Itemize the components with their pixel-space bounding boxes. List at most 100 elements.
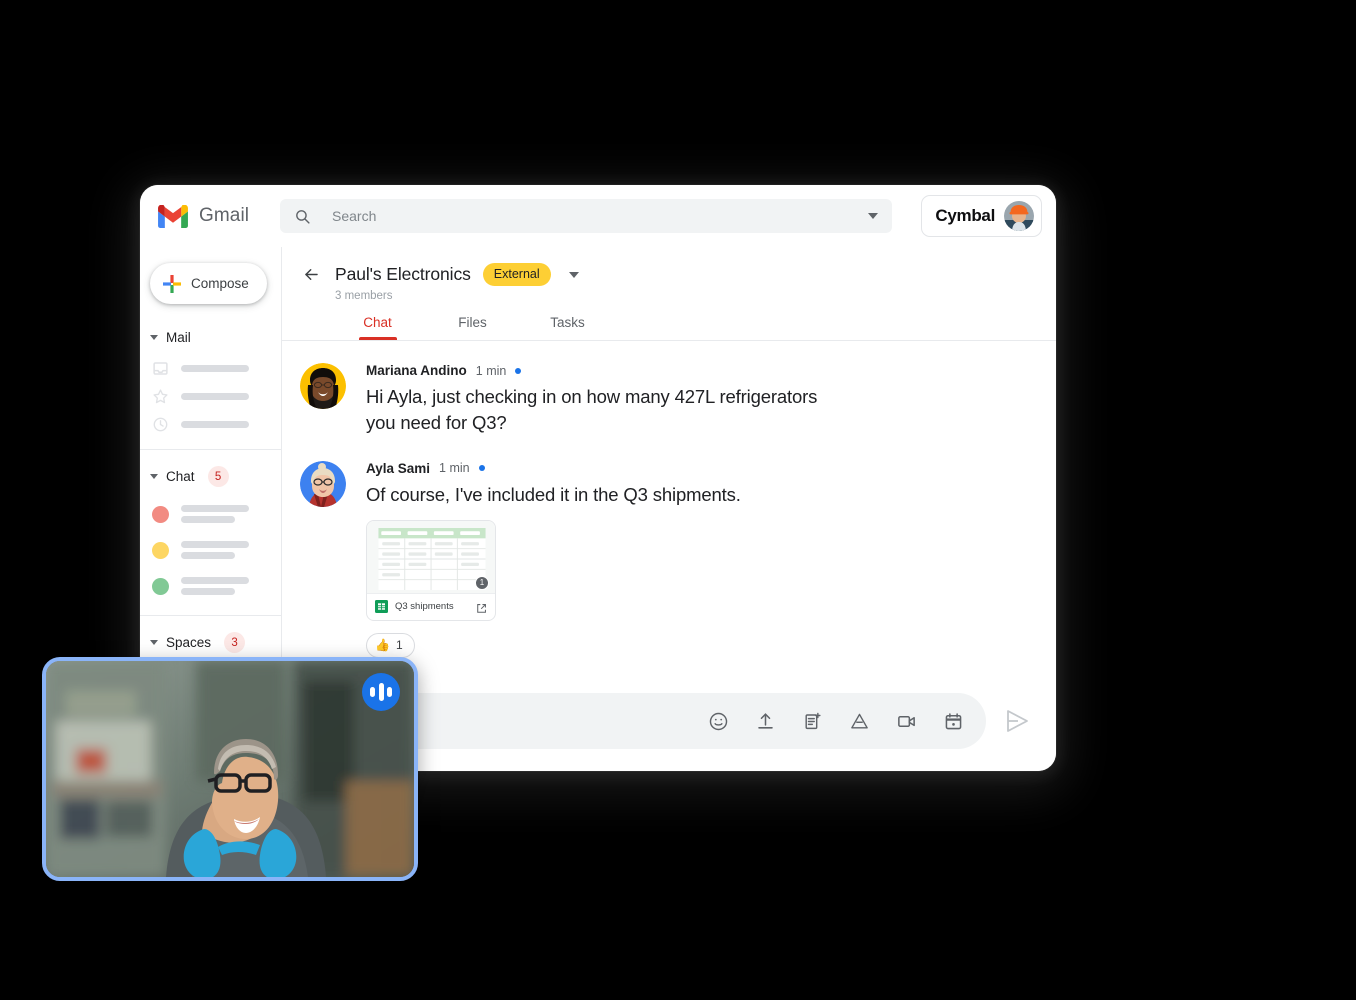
avatar-mariana[interactable] <box>300 363 346 409</box>
sidebar-item-chat-3[interactable] <box>148 569 281 603</box>
video-call-icon[interactable] <box>896 711 917 732</box>
status-badge: 5 <box>207 466 229 487</box>
search-input[interactable]: Search <box>332 208 868 224</box>
send-button[interactable] <box>1002 706 1032 736</box>
attachment-name: Q3 shipments <box>395 600 454 612</box>
tab-tasks[interactable]: Tasks <box>520 312 615 340</box>
chevron-down-icon[interactable] <box>868 213 878 219</box>
sidebar-section-chat: Chat 5 <box>140 462 281 603</box>
waveform-bar <box>378 683 384 701</box>
gmail-brand[interactable]: Gmail <box>158 204 280 228</box>
message-body: Ayla Sami 1 min Of course, I've included… <box>366 461 1034 658</box>
emoji-icon[interactable] <box>708 711 729 732</box>
conversation-title-row: Paul's Electronics External <box>282 263 1056 286</box>
sidebar-item-chat-2[interactable] <box>148 533 281 567</box>
inbox-icon <box>152 360 169 377</box>
sidebar-item-inbox[interactable] <box>148 355 281 381</box>
caret-down-icon[interactable] <box>150 640 158 645</box>
avatar[interactable] <box>1004 201 1034 231</box>
caret-down-icon[interactable] <box>150 474 158 479</box>
star-icon <box>152 388 169 405</box>
clock-icon <box>152 416 169 433</box>
account-area: Cymbal <box>901 195 1042 237</box>
message-meta: Ayla Sami 1 min <box>366 461 1034 476</box>
video-participant <box>46 661 414 877</box>
compose-button[interactable]: Compose <box>150 263 267 304</box>
org-name: Cymbal <box>935 206 995 225</box>
list-item-placeholder <box>181 505 281 523</box>
attachment-footer: Q3 shipments <box>367 592 495 620</box>
attachment-preview: 1 <box>367 520 495 593</box>
message-item: Mariana Andino 1 min Hi Ayla, just check… <box>300 363 1034 437</box>
back-arrow-icon[interactable] <box>302 265 321 284</box>
thumbs-up-icon: 👍 <box>375 638 390 653</box>
search-bar[interactable]: Search <box>280 199 892 233</box>
upload-icon[interactable] <box>755 711 776 732</box>
sidebar-section-title: Chat <box>166 469 195 484</box>
message-text: Of course, I've included it in the Q3 sh… <box>366 483 741 505</box>
sidebar-item-snoozed[interactable] <box>148 411 281 437</box>
sidebar-section-mail: Mail <box>140 326 281 437</box>
list-item-placeholder <box>181 541 281 559</box>
page-count-badge: 1 <box>475 575 489 590</box>
message-meta: Mariana Andino 1 min <box>366 363 1034 378</box>
attachment-card[interactable]: 1 Q3 shipments <box>366 519 496 621</box>
unread-dot <box>478 465 485 472</box>
chevron-down-icon[interactable] <box>568 271 579 278</box>
compose-label: Compose <box>191 276 249 291</box>
open-in-new-icon[interactable] <box>476 601 487 613</box>
plus-icon <box>163 274 181 293</box>
sidebar-section-header-mail[interactable]: Mail <box>148 326 281 355</box>
message-timestamp: 1 min <box>439 461 470 476</box>
message-timestamp: 1 min <box>475 363 507 378</box>
message-item: Ayla Sami 1 min Of course, I've included… <box>300 460 1034 658</box>
sidebar-item-label-placeholder <box>181 420 281 428</box>
message-body: Mariana Andino 1 min Hi Ayla, just check… <box>366 363 1034 437</box>
audio-waveform-icon <box>362 673 400 711</box>
google-sheets-icon <box>375 599 388 613</box>
conversation-header: Paul's Electronics External 3 members Ch… <box>282 247 1056 341</box>
page-title: Paul's Electronics <box>335 264 471 284</box>
waveform-bar <box>387 687 392 697</box>
waveform-bar <box>370 687 375 697</box>
list-item-placeholder <box>181 577 281 595</box>
avatar <box>152 577 169 595</box>
avatar <box>152 541 169 559</box>
composer-icon-row <box>708 711 964 732</box>
brand-name: Gmail <box>199 205 250 226</box>
sidebar-divider <box>140 615 281 616</box>
avatar-ayla[interactable] <box>300 460 346 507</box>
top-bar: Gmail Search Cymbal <box>140 185 1056 247</box>
unread-dot <box>515 367 522 374</box>
tab-chat[interactable]: Chat <box>330 312 425 340</box>
sidebar-item-chat-1[interactable] <box>148 497 281 531</box>
add-document-icon[interactable] <box>802 711 823 732</box>
message-list: Mariana Andino 1 min Hi Ayla, just check… <box>282 341 1056 685</box>
video-call-tile[interactable] <box>42 657 418 881</box>
sidebar-section-title: Mail <box>166 330 191 345</box>
gmail-m-logo <box>158 204 188 228</box>
sidebar-divider <box>140 449 281 450</box>
avatar <box>152 505 169 523</box>
status-badge: External <box>482 263 551 286</box>
org-chip[interactable]: Cymbal <box>921 195 1042 237</box>
calendar-icon[interactable] <box>943 711 964 732</box>
sidebar-item-label-placeholder <box>181 392 281 400</box>
sidebar-section-header-chat[interactable]: Chat 5 <box>148 462 281 497</box>
reaction-count: 1 <box>395 638 403 653</box>
sidebar-item-starred[interactable] <box>148 383 281 409</box>
sidebar-section-title: Spaces <box>166 635 212 650</box>
screen-background: Gmail Search Cymbal Compose Mail Chat 5 … <box>0 0 1356 1000</box>
tab-bar: Chat Files Tasks <box>282 302 1056 340</box>
caret-down-icon[interactable] <box>150 335 158 340</box>
sidebar-item-label-placeholder <box>181 364 281 372</box>
reaction-chip[interactable]: 👍 1 <box>366 632 415 658</box>
message-author: Mariana Andino <box>366 363 467 378</box>
status-badge: 3 <box>224 632 246 653</box>
google-drive-icon[interactable] <box>849 711 870 732</box>
search-icon <box>294 208 311 225</box>
message-text: Hi Ayla, just checking in on how many 42… <box>366 386 818 434</box>
spreadsheet-thumbnail <box>378 527 486 590</box>
tab-files[interactable]: Files <box>425 312 520 340</box>
member-count: 3 members <box>335 290 393 302</box>
